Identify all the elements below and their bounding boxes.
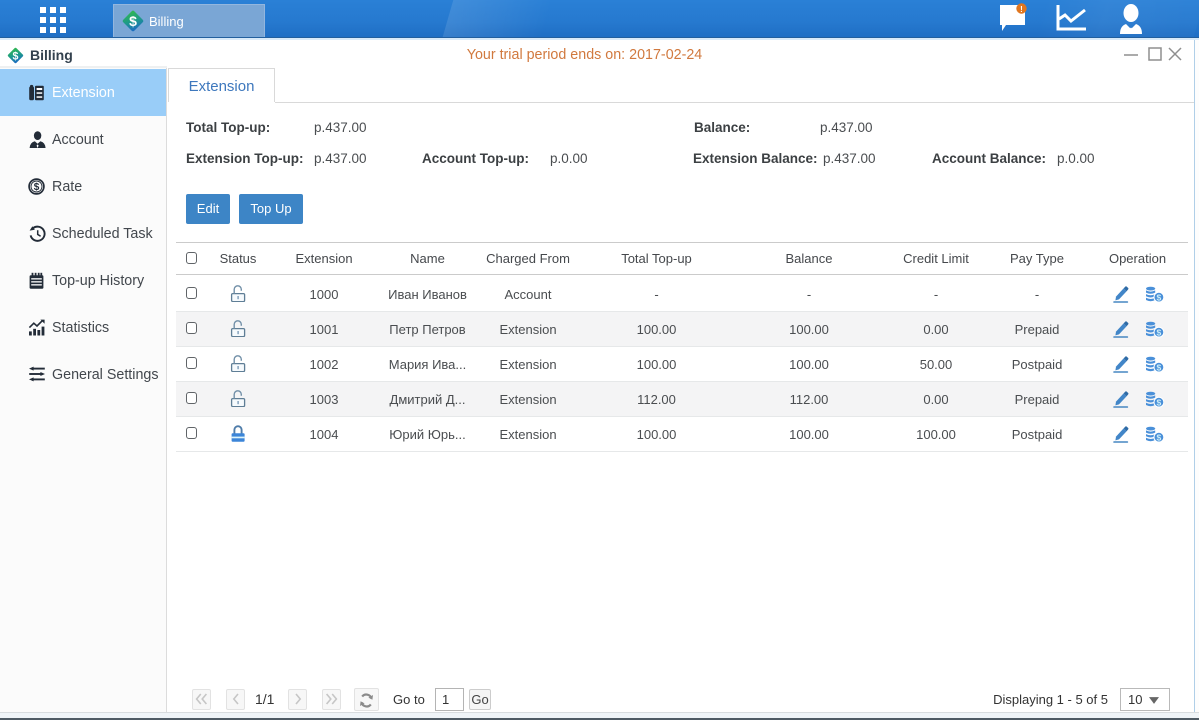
svg-text:$: $ xyxy=(34,182,40,193)
svg-text:!: ! xyxy=(1020,5,1023,14)
svg-text:$: $ xyxy=(129,13,137,29)
